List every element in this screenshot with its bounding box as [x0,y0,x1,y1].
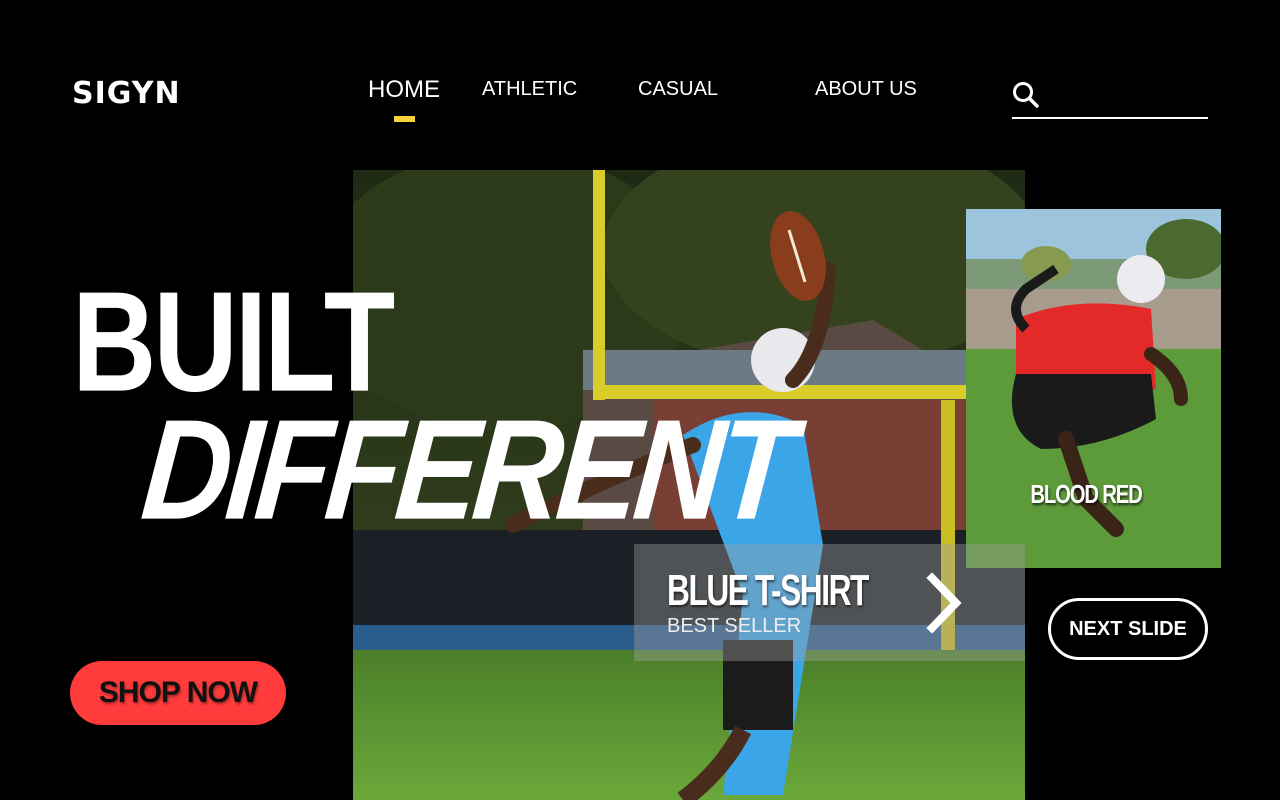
next-slide-button[interactable]: NEXT SLIDE [1048,598,1208,660]
nav-item-about-us[interactable]: ABOUT US [815,78,917,101]
featured-product-panel[interactable]: BLUE T-SHIRT BEST SELLER [634,544,1025,661]
shop-now-button[interactable]: SHOP NOW [70,661,286,725]
side-product-card[interactable]: BLOOD RED [966,209,1221,568]
nav-item-casual[interactable]: CASUAL [638,78,718,101]
search-icon[interactable] [1012,80,1040,110]
featured-product-subtitle: BEST SELLER [667,615,802,637]
search-bar [1012,78,1208,119]
nav-active-indicator [394,116,415,122]
side-product-name: BLOOD RED [1030,479,1142,509]
main-nav: HOME ATHLETIC CASUAL ABOUT US [0,76,1000,128]
nav-item-home[interactable]: HOME [368,76,440,104]
side-product-image [966,209,1221,568]
chevron-right-icon[interactable] [924,572,964,634]
featured-product-name: BLUE T-SHIRT [667,566,869,615]
hero-headline-line2: DIFFERENT [136,389,797,550]
nav-item-athletic[interactable]: ATHLETIC [482,78,577,101]
search-input[interactable] [1048,78,1206,116]
